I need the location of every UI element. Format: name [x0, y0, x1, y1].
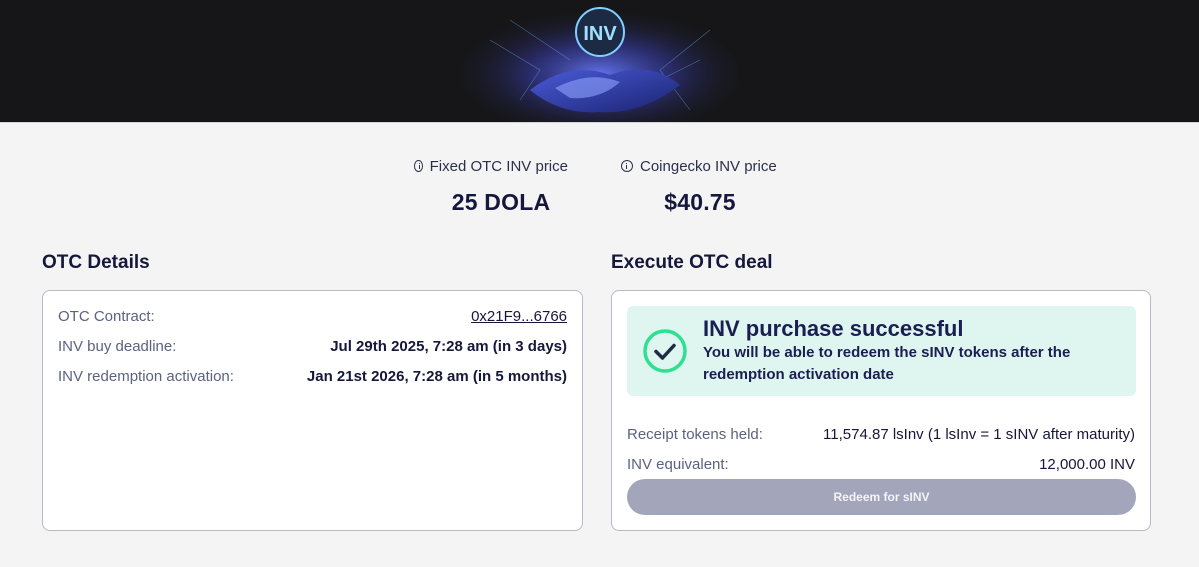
handshake-logo-banner: INV: [460, 0, 740, 122]
detail-label: INV redemption activation:: [58, 368, 234, 385]
otc-details-card: OTC Contract: 0x21F9...6766 INV buy dead…: [42, 290, 583, 531]
header-banner: INV: [0, 0, 1199, 123]
fixed-otc-price-value: 25 DOLA: [451, 189, 551, 215]
coingecko-price-label: Coingecko INV price: [640, 157, 777, 175]
inv-equivalent-row: INV equivalent: 12,000.00 INV: [627, 456, 1135, 473]
success-title: INV purchase successful: [703, 316, 964, 341]
check-circle-icon: [643, 329, 687, 373]
detail-value: Jan 21st 2026, 7:28 am (in 5 months): [306, 368, 567, 385]
coingecko-price: Coingecko INV price $40.75: [621, 156, 779, 216]
otc-details-title: OTC Details: [42, 252, 150, 273]
receipt-tokens-row: Receipt tokens held: 11,574.87 lsInv (1 …: [627, 426, 1135, 443]
detail-value: Jul 29th 2025, 7:28 am (in 3 days): [330, 338, 567, 355]
fixed-otc-price: Fixed OTC INV price 25 DOLA: [414, 156, 568, 216]
receipt-tokens-value: 11,574.87 lsInv (1 lsInv = 1 sINV after …: [823, 426, 1135, 443]
contract-address-link[interactable]: 0x21F9...6766: [471, 308, 567, 325]
receipt-tokens-label: Receipt tokens held:: [627, 426, 763, 443]
inv-equivalent-value: 12,000.00 INV: [1039, 456, 1135, 473]
svg-text:INV: INV: [583, 23, 617, 45]
success-alert: INV purchase successful You will be able…: [627, 306, 1136, 396]
detail-row-redemption: INV redemption activation: Jan 21st 2026…: [58, 368, 567, 385]
fixed-otc-price-label: Fixed OTC INV price: [429, 157, 568, 175]
detail-label: OTC Contract:: [58, 308, 155, 325]
redeem-button[interactable]: Redeem for sINV: [627, 479, 1136, 515]
detail-row-deadline: INV buy deadline: Jul 29th 2025, 7:28 am…: [58, 338, 567, 355]
execute-otc-card: INV purchase successful You will be able…: [611, 290, 1151, 531]
detail-row-contract: OTC Contract: 0x21F9...6766: [58, 308, 567, 325]
info-icon[interactable]: [414, 160, 423, 172]
detail-label: INV buy deadline:: [58, 338, 177, 355]
inv-equivalent-label: INV equivalent:: [627, 456, 729, 473]
success-message: You will be able to redeem the sINV toke…: [703, 344, 1071, 383]
info-icon[interactable]: [621, 160, 633, 172]
execute-otc-title: Execute OTC deal: [611, 252, 773, 273]
coingecko-price-value: $40.75: [664, 189, 736, 215]
